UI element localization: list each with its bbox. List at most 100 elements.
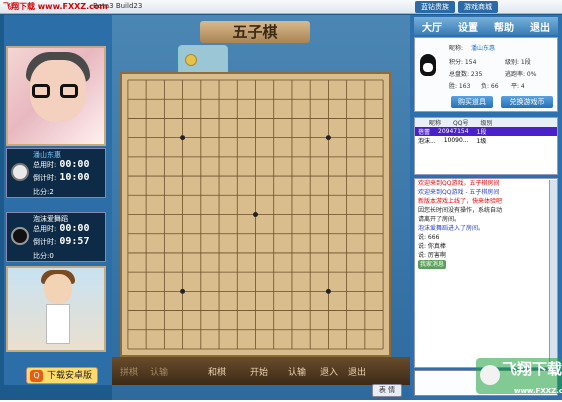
player1-avatar [6,46,106,146]
draw-count: 平: 4 [511,83,525,90]
chat-line: 说: 你真棒 [418,243,446,250]
avatar-face [44,274,72,304]
star-point [180,288,186,294]
total-label: 总用时: [33,224,57,233]
chat-line: 请离开了房间。 [418,216,461,223]
player2-countdown-row: 倒计时: 09:57 [33,236,89,247]
toolbar-item[interactable]: 拼棋 [120,365,138,378]
lose-count: 负: 66 [481,83,499,90]
hall-menu: 大厅 设置 帮助 退出 [414,17,558,35]
start-button[interactable]: 开始 [250,365,268,378]
enter-button[interactable]: 退入 [320,365,338,378]
menu-lobby[interactable]: 大厅 [422,19,442,34]
resign-button[interactable]: 认输 [288,365,306,378]
download-android-button[interactable]: Q 下载安卓版 [26,367,98,384]
countdown-time: 10:00 [59,172,90,183]
chat-line: 说: 厉害啊 [418,252,446,259]
top-tabs: 蓝钻贵族 游戏商城 [415,1,498,13]
nickname-value: 潘山东惠 [471,45,496,52]
profile-card: 昵称: 潘山东惠 积分: 154 级别: 1段 总盘数: 235 逃跑率: 0%… [414,37,558,112]
menu-settings[interactable]: 设置 [458,19,478,34]
board-grid [127,79,384,350]
chat-line: 因您长时间没有操作，系统自动 [418,207,503,214]
total-games: 总盘数: 235 [449,71,483,78]
chat-line: 新版本游戏上线了，快来体验吧 [418,198,503,205]
white-stone-icon [11,163,29,181]
total-label: 总用时: [33,160,57,169]
emoji-button[interactable]: 表 情 [372,384,402,397]
nickname-label: 昵称: [449,45,464,52]
cell-qq: 10090... [443,137,469,144]
table-row[interactable]: 蓓蕾 20947154 1段 [415,127,557,136]
cell-name: 泡沫... [418,138,436,145]
qq-penguin-icon [420,54,436,76]
menu-help[interactable]: 帮助 [494,19,514,34]
star-point [325,135,331,141]
download-label: 下载安卓版 [47,371,93,381]
countdown-label: 倒计时: [33,173,57,182]
player2-avatar [6,266,106,352]
download-icon: Q [30,370,43,382]
app-window: 飞翔下载 www.FXXZ.com Beta3 Build23 蓝钻贵族 游戏商… [0,0,562,400]
exit-button[interactable]: 退出 [348,365,366,378]
menu-exit[interactable]: 退出 [530,19,550,34]
star-point [253,212,258,217]
player1-countdown-row: 倒计时: 10:00 [33,172,89,183]
chat-line: 欢迎来到QQ游戏 - 五子棋房间 [418,189,500,196]
player-list: 昵称 QQ号 级别 蓓蕾 20947154 1段 泡沫... 10090... … [414,117,558,175]
cell-name: 蓓蕾 [418,129,431,136]
col-qq: QQ号 [453,120,469,127]
win-count: 胜: 163 [449,83,471,90]
tab-blue-diamond[interactable]: 蓝钻贵族 [415,1,455,13]
chat-line: 说: 666 [418,234,440,241]
exchange-coins-button[interactable]: 兑换游戏币 [501,96,553,108]
brand-text: 飞翔下载 www.FXXZ.com [3,2,108,11]
watermark-title: 飞翔下载 [502,360,562,378]
escape-rate: 逃跑率: 0% [505,71,537,78]
tab-game-store[interactable]: 游戏商城 [458,1,498,13]
cell-level: 1段 [476,129,487,136]
table-row[interactable]: 泡沫... 10090... 1级 [415,136,557,145]
player1-score: 比分:2 [33,188,54,196]
score-value: 积分: 154 [449,59,477,66]
chat-line: 欢迎来到QQ游戏，五子棋房间 [418,180,500,187]
chat-scrollbar[interactable] [549,180,557,366]
buy-items-button[interactable]: 购买道具 [451,96,493,108]
countdown-label: 倒计时: [33,237,57,246]
star-point [180,135,186,141]
countdown-time: 09:57 [59,236,90,247]
coin-icon [185,54,197,66]
player1-info: 潘山东惠 总用时: 00:00 倒计时: 10:00 比分:2 [6,148,106,198]
version-text: Beta3 Build23 [93,2,143,10]
cell-qq: 20947154 [438,128,469,135]
star-point [325,288,331,294]
toolbar-item[interactable]: 认输 [150,365,168,378]
total-time: 00:00 [59,159,90,170]
avatar-body [46,304,70,344]
cell-level: 1级 [476,138,487,145]
chat-log: 欢迎来到QQ游戏，五子棋房间 欢迎来到QQ游戏 - 五子棋房间 新版本游戏上线了，快… [414,178,558,368]
chat-line: 泡沫爱舞蹈进入了房间。 [418,225,485,232]
title-bar: 飞翔下载 www.FXXZ.com Beta3 Build23 蓝钻贵族 游戏商… [0,0,562,14]
gomoku-board[interactable] [120,72,391,357]
col-name: 昵称 [429,120,442,127]
watermark-url: www.FXXZ.com [514,387,562,395]
player2-score: 比分:0 [33,252,54,260]
total-time: 00:00 [59,223,90,234]
watermark: 飞翔下载 www.FXXZ.com [476,358,562,395]
draw-button[interactable]: 和棋 [208,365,226,378]
glasses-icon [60,84,78,98]
chat-badge-row: 我家消息 [415,260,557,269]
watermark-logo-icon [480,365,500,385]
player2-info: 泡沫爱舞蹈 总用时: 00:00 倒计时: 09:57 比分:0 [6,212,106,262]
chat-badge[interactable]: 我家消息 [418,260,447,269]
game-toolbar: 拼棋 认输 和棋 开始 认输 退入 退出 [112,357,410,385]
list-header: 昵称 QQ号 级别 [415,118,557,127]
black-stone-icon [11,227,29,245]
glasses-icon [32,84,50,98]
board-title: 五子棋 [200,21,310,43]
level-value: 级别: 1段 [505,59,531,66]
player1-total-row: 总用时: 00:00 [33,159,89,170]
player2-total-row: 总用时: 00:00 [33,223,89,234]
col-level: 级别 [480,120,493,127]
